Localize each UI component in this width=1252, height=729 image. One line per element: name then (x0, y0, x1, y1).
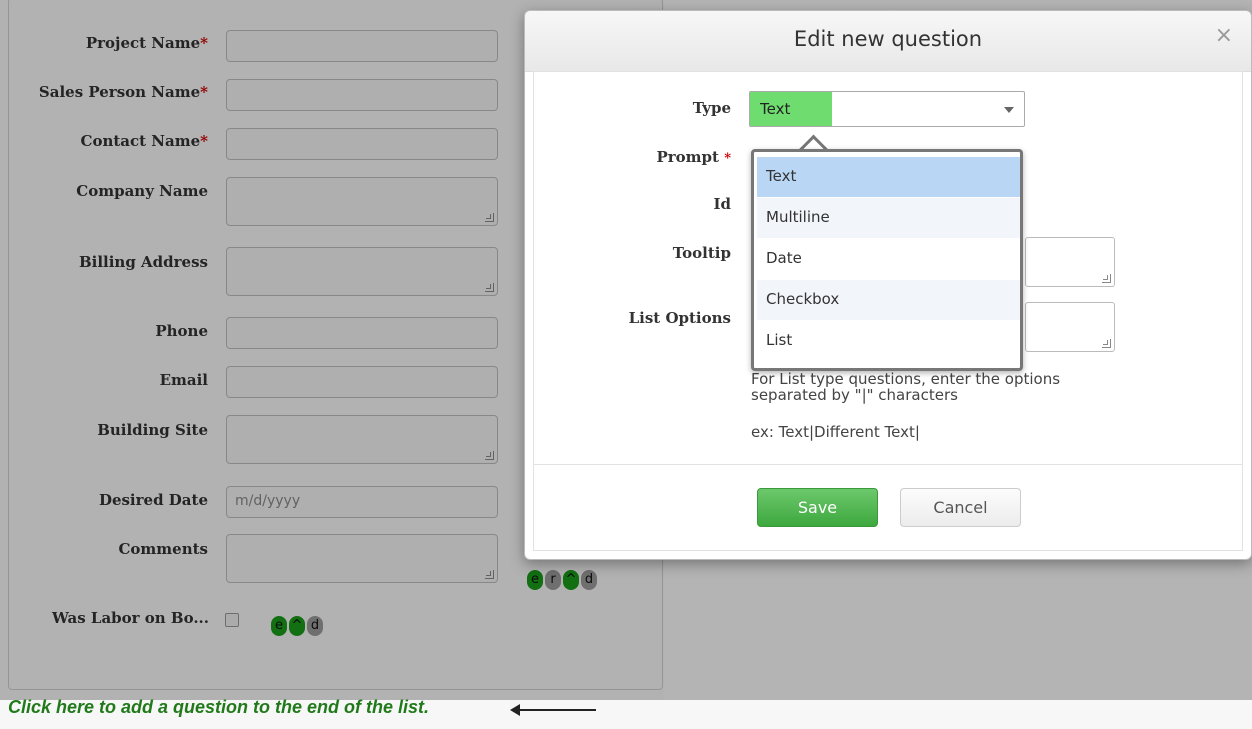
type-select[interactable]: Text (749, 91, 1025, 127)
type-option-list[interactable]: List (757, 321, 1020, 361)
dialog-header: Edit new question × (525, 11, 1251, 72)
label-list-options: List Options (628, 309, 731, 327)
list-options-example: ex: Text|Different Text| (751, 423, 920, 441)
type-option-text[interactable]: Text (757, 157, 1020, 197)
list-options-help: For List type questions, enter the optio… (751, 370, 1061, 404)
dialog-title: Edit new question (793, 27, 983, 51)
label-type: Type (692, 99, 731, 117)
type-options-list: Text Multiline Date Checkbox List (751, 149, 1023, 371)
add-question-link[interactable]: Click here to add a question to the end … (8, 697, 429, 718)
dialog-footer-divider (533, 464, 1243, 465)
list-options-textarea[interactable] (1025, 302, 1115, 352)
chevron-down-icon (1004, 107, 1014, 113)
resize-handle-icon[interactable] (1102, 339, 1111, 348)
label-id: Id (713, 195, 731, 213)
label-tooltip: Tooltip (672, 244, 731, 262)
resize-handle-icon[interactable] (1102, 274, 1111, 283)
label-prompt: Prompt * (656, 148, 731, 166)
cancel-button[interactable]: Cancel (900, 488, 1021, 527)
type-option-multiline[interactable]: Multiline (757, 198, 1020, 238)
save-button[interactable]: Save (757, 488, 878, 527)
type-option-checkbox[interactable]: Checkbox (757, 280, 1020, 320)
edit-question-dialog: Edit new question × Type Text Prompt * I… (524, 10, 1252, 560)
type-selected-value: Text (760, 100, 791, 118)
type-option-date[interactable]: Date (757, 239, 1020, 279)
close-icon[interactable]: × (1215, 23, 1233, 48)
arrow-left-icon (510, 704, 596, 716)
tooltip-textarea[interactable] (1025, 237, 1115, 287)
